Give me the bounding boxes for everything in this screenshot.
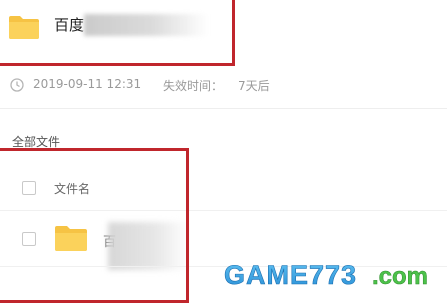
watermark-logo: GAME773 .com — [222, 254, 444, 294]
clock-icon — [10, 77, 24, 92]
highlight-box-bottom — [0, 148, 189, 303]
svg-text:.com: .com — [372, 263, 428, 290]
expiry-label: 失效时间： — [163, 79, 224, 93]
share-date: 2019-09-11 12:31 — [33, 77, 142, 91]
svg-text:GAME773: GAME773 — [224, 260, 357, 290]
divider — [0, 108, 447, 109]
expiry-value: 7天后 — [238, 79, 270, 93]
highlight-box-top — [0, 0, 235, 66]
